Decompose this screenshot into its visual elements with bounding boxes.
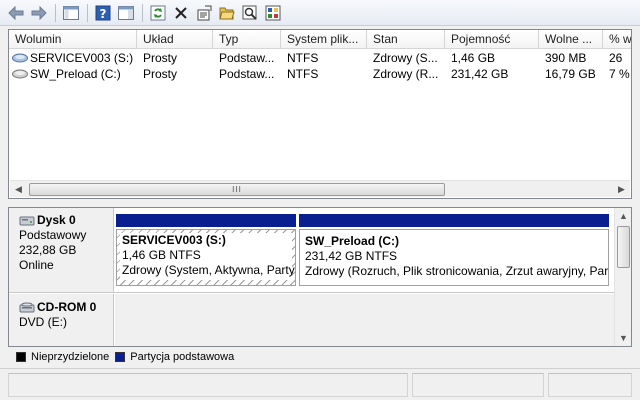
cdrom-empty-area [115,294,614,346]
partition-status: Zdrowy (System, Aktywna, Partycja podsta… [122,263,295,277]
status-pane-middle [412,373,544,397]
status-bar [0,368,640,400]
volume-filesystem: NTFS [287,51,319,65]
cdrom-icon [19,302,35,312]
volume-percent-free: 7 % [609,67,630,81]
properties-icon[interactable] [194,3,214,23]
scroll-up-icon[interactable]: ▲ [615,208,632,224]
console-tree-icon[interactable] [61,3,81,23]
column-header-filesystem[interactable]: System plik... [281,30,367,49]
volume-type: Podstaw... [219,51,275,65]
volume-capacity: 1,46 GB [451,51,496,65]
volume-status: Zdrowy (S... [373,51,438,65]
column-header-percent-free[interactable]: % w [603,30,631,49]
cdrom-type: DVD (E:) [19,315,67,329]
disk-name: Dysk 0 [37,213,76,227]
scroll-thumb[interactable]: III [29,183,445,196]
primary-partition-swatch [115,351,126,362]
action-pane-icon[interactable] [116,3,136,23]
volume-name: SERVICEV003 (S:) [30,51,134,65]
column-header-capacity[interactable]: Pojemność [445,30,539,49]
volume-layout: Prosty [143,51,178,65]
volume-capacity: 231,42 GB [451,67,509,81]
disk-info[interactable]: Dysk 0 Podstawowy 232,88 GB Online [9,208,114,292]
column-header-volume[interactable]: Wolumin [9,30,137,49]
help-icon[interactable]: ? [93,3,113,23]
column-header-layout[interactable]: Układ [137,30,213,49]
partition-status: Zdrowy (Rozruch, Plik stronicowania, Zrz… [305,264,609,278]
volume-layout: Prosty [143,67,178,81]
vertical-scrollbar[interactable]: ▲ ▼ [614,208,631,346]
cdrom-info[interactable]: CD-ROM 0 DVD (E:) [9,294,114,346]
partition-title: SW_Preload (C:) [305,234,400,248]
volume-list-header: Wolumin Układ Typ System plik... Stan Po… [9,30,631,49]
volume-free: 16,79 GB [545,67,596,81]
refresh-icon[interactable] [148,3,168,23]
partition-bar [116,214,296,227]
open-icon[interactable] [217,3,237,23]
volume-list: Wolumin Układ Typ System plik... Stan Po… [8,29,632,199]
status-pane-main [8,373,408,397]
partition-title: SERVICEV003 (S:) [122,233,226,247]
volume-filesystem: NTFS [287,67,319,81]
svg-text:?: ? [100,7,107,21]
horizontal-scrollbar[interactable]: ◀ III ▶ [10,180,630,197]
partition-servicev003[interactable]: SERVICEV003 (S:) 1,46 GB NTFS Zdrowy (Sy… [116,214,296,286]
disk-state: Online [19,258,54,272]
scroll-thumb[interactable] [617,226,630,268]
unallocated-swatch [16,351,26,362]
volume-status: Zdrowy (R... [373,67,439,81]
partition-sw-preload[interactable]: SW_Preload (C:) 231,42 GB NTFS Zdrowy (R… [299,214,609,286]
partition-size: 231,42 GB NTFS [305,249,398,263]
cdrom-name: CD-ROM 0 [37,300,97,314]
partition-size: 1,46 GB NTFS [122,248,201,262]
delete-icon[interactable] [171,3,191,23]
column-header-status[interactable]: Stan [367,30,445,49]
column-header-type[interactable]: Typ [213,30,281,49]
drive-icon [12,69,28,79]
legend-label: Partycja podstawowa [130,350,235,363]
scroll-left-icon[interactable]: ◀ [10,181,27,197]
table-row[interactable]: SERVICEV003 (S:) Prosty Podstaw... NTFS … [9,50,631,66]
table-row[interactable]: SW_Preload (C:) Prosty Podstaw... NTFS Z… [9,66,631,82]
legend-item-primary: Partycja podstawowa [115,351,234,363]
volume-type: Podstaw... [219,67,275,81]
disk-row: Dysk 0 Podstawowy 232,88 GB Online SERVI… [9,208,614,293]
partition-bar [299,214,609,227]
scroll-right-icon[interactable]: ▶ [613,181,630,197]
volume-name: SW_Preload (C:) [30,67,121,81]
legend-item-unallocated: Nieprzydzielone [16,351,109,363]
disk-size: 232,88 GB [19,243,77,257]
volume-percent-free: 26 [609,51,623,65]
volume-free: 390 MB [545,51,587,65]
column-header-free[interactable]: Wolne ... [539,30,603,49]
back-icon[interactable] [6,3,26,23]
disk-view: Dysk 0 Podstawowy 232,88 GB Online SERVI… [8,207,632,347]
legend: Nieprzydzielone Partycja podstawowa [8,347,632,366]
toolbar: ? [0,0,640,26]
disk-type: Podstawowy [19,228,87,242]
forward-icon[interactable] [29,3,49,23]
disk-row: CD-ROM 0 DVD (E:) [9,294,614,346]
disk-icon [19,216,35,225]
drive-icon [12,53,28,63]
help-topic-icon[interactable] [263,3,283,23]
legend-label: Nieprzydzielone [31,350,110,363]
explore-icon[interactable] [240,3,260,23]
scroll-down-icon[interactable]: ▼ [615,330,632,346]
status-pane-right [548,373,632,397]
